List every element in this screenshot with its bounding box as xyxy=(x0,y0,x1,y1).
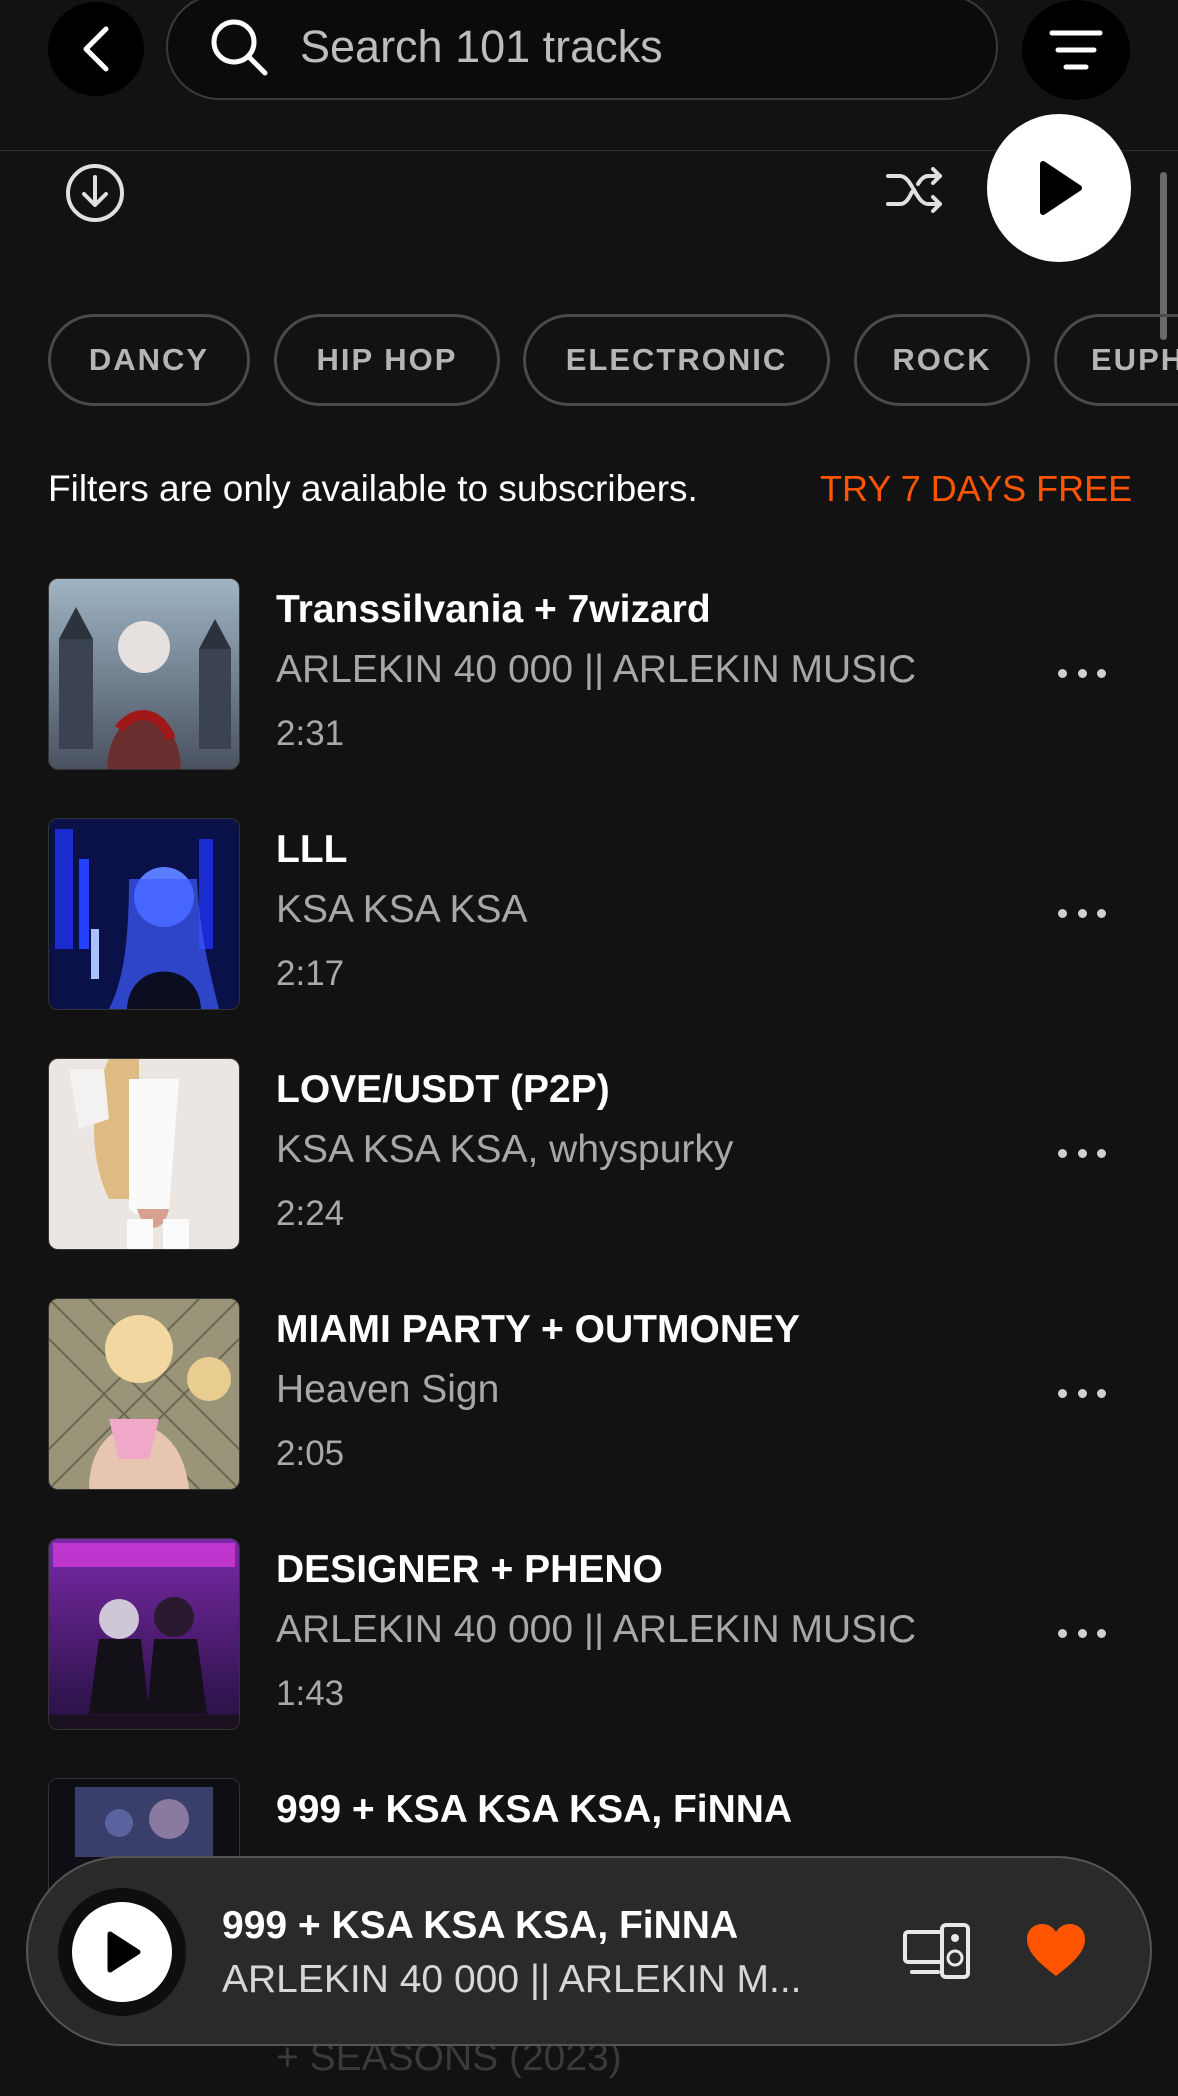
track-artist: Heaven Sign xyxy=(276,1368,500,1411)
play-all-button[interactable] xyxy=(987,114,1131,262)
mini-play-button[interactable] xyxy=(58,1888,186,2016)
shuffle-icon xyxy=(886,167,942,213)
chip-dancy[interactable]: DANCY xyxy=(48,314,250,406)
track-duration: 1:43 xyxy=(276,1674,345,1713)
search-icon xyxy=(211,19,268,76)
album-art xyxy=(48,1298,240,1490)
track-title: 999 + KSA KSA KSA, FiNNA xyxy=(276,1788,793,1831)
chip-rock[interactable]: ROCK xyxy=(854,314,1030,406)
more-icon xyxy=(1058,1148,1067,1158)
track-row[interactable]: MIAMI PARTY + OUTMONEY Heaven Sign 2:05 xyxy=(0,1298,1178,1498)
device-icon xyxy=(903,1923,970,1979)
chip-electronic[interactable]: ELECTRONIC xyxy=(523,314,830,406)
track-title: Transsilvania + 7wizard xyxy=(276,588,711,631)
more-options-button[interactable] xyxy=(1058,898,1106,928)
album-art xyxy=(48,818,240,1010)
back-icon xyxy=(83,26,109,72)
more-icon xyxy=(1058,1388,1067,1398)
play-icon xyxy=(107,1931,141,1973)
search-input[interactable]: Search 101 tracks xyxy=(166,0,998,100)
filter-icon xyxy=(1049,30,1103,70)
track-artist: ARLEKIN 40 000 || ARLEKIN MUSIC xyxy=(276,648,917,691)
download-icon xyxy=(66,164,124,222)
shuffle-button[interactable] xyxy=(884,162,946,223)
device-button[interactable] xyxy=(902,1922,972,1987)
genre-filter-chips: DANCY HIP HOP ELECTRONIC ROCK EUPH xyxy=(0,314,1178,410)
more-icon xyxy=(1058,1628,1067,1638)
more-options-button[interactable] xyxy=(1058,1138,1106,1168)
now-playing-artist: ARLEKIN 40 000 || ARLEKIN M... xyxy=(222,1958,802,2001)
chip-hip-hop[interactable]: HIP HOP xyxy=(274,314,500,406)
like-button[interactable] xyxy=(1024,1922,1088,1985)
album-art xyxy=(48,1538,240,1730)
more-options-button[interactable] xyxy=(1058,1378,1106,1408)
download-button[interactable] xyxy=(64,162,126,229)
track-title: LLL xyxy=(276,828,348,871)
album-art xyxy=(48,578,240,770)
filter-button[interactable] xyxy=(1022,0,1130,100)
track-row[interactable]: DESIGNER + PHENO ARLEKIN 40 000 || ARLEK… xyxy=(0,1538,1178,1738)
track-artist: KSA KSA KSA, whyspurky xyxy=(276,1128,734,1171)
track-row[interactable]: LLL KSA KSA KSA 2:17 xyxy=(0,818,1178,1018)
heart-icon xyxy=(1027,1924,1085,1976)
track-artist: ARLEKIN 40 000 || ARLEKIN MUSIC xyxy=(276,1608,917,1651)
track-row[interactable]: LOVE/USDT (P2P) KSA KSA KSA, whyspurky 2… xyxy=(0,1058,1178,1258)
play-icon xyxy=(1040,161,1082,215)
subscriber-notice: Filters are only available to subscriber… xyxy=(48,468,698,509)
track-row[interactable]: Transsilvania + 7wizard ARLEKIN 40 000 |… xyxy=(0,578,1178,778)
back-button[interactable] xyxy=(48,2,144,96)
more-icon xyxy=(1058,668,1067,678)
track-duration: 2:17 xyxy=(276,954,345,993)
track-title: MIAMI PARTY + OUTMONEY xyxy=(276,1308,801,1351)
chip-euph[interactable]: EUPH xyxy=(1054,314,1178,406)
track-title: LOVE/USDT (P2P) xyxy=(276,1068,610,1111)
track-duration: 2:24 xyxy=(276,1194,345,1233)
album-art xyxy=(48,1058,240,1250)
track-duration: 2:05 xyxy=(276,1434,345,1473)
try-free-link[interactable]: TRY 7 DAYS FREE xyxy=(820,468,1132,510)
more-options-button[interactable] xyxy=(1058,1618,1106,1648)
track-artist: KSA KSA KSA xyxy=(276,888,528,931)
track-duration: 2:31 xyxy=(276,714,345,753)
more-options-button[interactable] xyxy=(1058,658,1106,688)
now-playing-title: 999 + KSA KSA KSA, FiNNA xyxy=(222,1904,739,1947)
track-title: DESIGNER + PHENO xyxy=(276,1548,663,1591)
top-bar: Search 101 tracks xyxy=(0,0,1178,151)
mini-player[interactable]: 999 + KSA KSA KSA, FiNNA ARLEKIN 40 000 … xyxy=(26,1856,1152,2046)
search-placeholder: Search 101 tracks xyxy=(300,21,663,72)
more-icon xyxy=(1058,908,1067,918)
